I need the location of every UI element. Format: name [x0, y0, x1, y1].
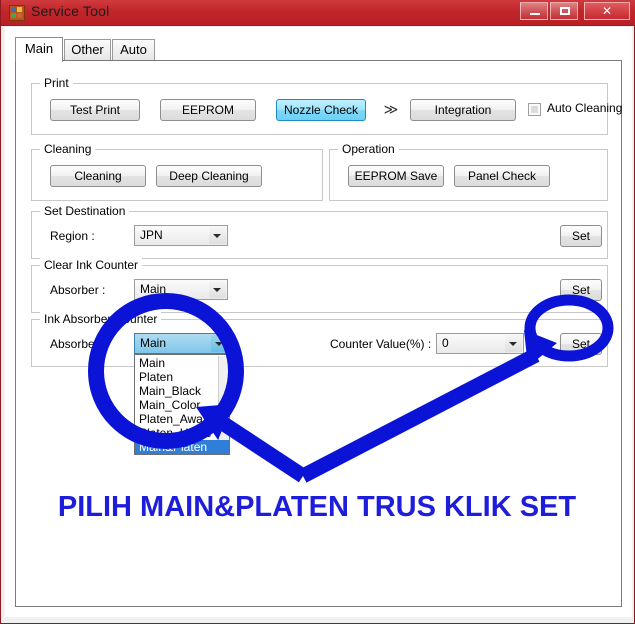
region-label: Region :: [50, 229, 95, 243]
client-area: Main Other Auto Print Test Print EEPROM …: [5, 27, 632, 617]
group-ink-absorber-counter: Ink Absorber Counter Absorber : Main Mai…: [31, 312, 608, 455]
absorber-label: Absorber :: [50, 337, 106, 351]
clear-ink-counter-set-button[interactable]: Set: [560, 279, 602, 301]
maximize-icon: [560, 7, 570, 15]
dropdown-option-main-color[interactable]: Main_Color: [135, 398, 229, 412]
deep-cleaning-button[interactable]: Deep Cleaning: [156, 165, 262, 187]
region-combobox[interactable]: JPN: [134, 225, 228, 246]
dropdown-option-platen-home[interactable]: Platen_Home: [135, 426, 229, 440]
absorber-value: Main: [140, 336, 167, 350]
group-clear-ink-counter-legend: Clear Ink Counter: [40, 258, 143, 272]
eeprom-save-button[interactable]: EEPROM Save: [348, 165, 444, 187]
region-value: JPN: [140, 228, 163, 242]
auto-cleaning-label: Auto Cleaning: [547, 101, 623, 115]
service-tool-window: Service Tool ✕ Main Other Auto Print Tes…: [0, 0, 635, 624]
set-destination-set-button[interactable]: Set: [560, 225, 602, 247]
clear-absorber-value: Main: [140, 282, 167, 296]
close-icon: ✕: [601, 4, 613, 18]
clear-absorber-label: Absorber :: [50, 283, 106, 297]
integration-button[interactable]: Integration: [410, 99, 516, 121]
dropdown-option-main-black[interactable]: Main_Black: [135, 384, 229, 398]
tab-strip: Main Other Auto: [15, 37, 622, 62]
cleaning-button[interactable]: Cleaning: [50, 165, 146, 187]
group-operation-legend: Operation: [338, 142, 399, 156]
minimize-icon: [530, 13, 540, 15]
double-chevron-icon: ≫: [383, 101, 399, 117]
eeprom-button[interactable]: EEPROM: [160, 99, 256, 121]
absorber-dropdown-list[interactable]: Main Platen Main_Black Main_Color Platen…: [134, 354, 230, 455]
panel-check-button[interactable]: Panel Check: [454, 165, 550, 187]
counter-value-combobox[interactable]: 0: [436, 333, 524, 354]
chevron-down-icon: [505, 335, 522, 352]
absorber-combobox-wrapper: Main Main Platen Main_Black Main_Color P…: [134, 333, 230, 455]
clear-absorber-combobox[interactable]: Main: [134, 279, 228, 300]
group-ink-absorber-counter-legend: Ink Absorber Counter: [40, 312, 162, 326]
app-icon: [9, 5, 25, 21]
group-operation: Operation EEPROM Save Panel Check: [329, 142, 608, 201]
group-clear-ink-counter: Clear Ink Counter Absorber : Main Set: [31, 258, 608, 313]
chevron-down-icon: [211, 335, 228, 352]
tab-panel-main: Print Test Print EEPROM Nozzle Check ≫ I…: [15, 60, 622, 607]
group-cleaning: Cleaning Cleaning Deep Cleaning: [31, 142, 323, 201]
group-cleaning-legend: Cleaning: [40, 142, 96, 156]
tab-main[interactable]: Main: [15, 37, 63, 62]
ink-absorber-counter-set-button[interactable]: Set: [560, 333, 602, 355]
window-title: Service Tool: [31, 3, 110, 19]
maximize-button[interactable]: [550, 2, 578, 20]
dropdown-option-platen-away[interactable]: Platen_Away: [135, 412, 229, 426]
title-bar: Service Tool ✕: [1, 0, 635, 26]
test-print-button[interactable]: Test Print: [50, 99, 140, 121]
auto-cleaning-checkbox[interactable]: Auto Cleaning: [528, 101, 628, 119]
tab-auto[interactable]: Auto: [112, 39, 155, 61]
checkbox-icon: [528, 103, 541, 116]
close-button[interactable]: ✕: [584, 2, 630, 20]
tab-other[interactable]: Other: [64, 39, 111, 61]
dropdown-option-main[interactable]: Main: [135, 356, 229, 370]
chevron-down-icon: [209, 227, 226, 244]
group-set-destination: Set Destination Region : JPN Set: [31, 204, 608, 259]
dropdown-option-main-platen[interactable]: Main&Platen: [135, 440, 229, 454]
minimize-button[interactable]: [520, 2, 548, 20]
nozzle-check-button[interactable]: Nozzle Check: [276, 99, 366, 121]
absorber-combobox[interactable]: Main: [134, 333, 230, 354]
dropdown-option-platen[interactable]: Platen: [135, 370, 229, 384]
group-print: Print Test Print EEPROM Nozzle Check ≫ I…: [31, 76, 622, 135]
group-set-destination-legend: Set Destination: [40, 204, 130, 218]
group-print-legend: Print: [40, 76, 73, 90]
counter-value-label: Counter Value(%) :: [330, 337, 432, 351]
chevron-down-icon: [209, 281, 226, 298]
counter-value: 0: [442, 336, 449, 350]
